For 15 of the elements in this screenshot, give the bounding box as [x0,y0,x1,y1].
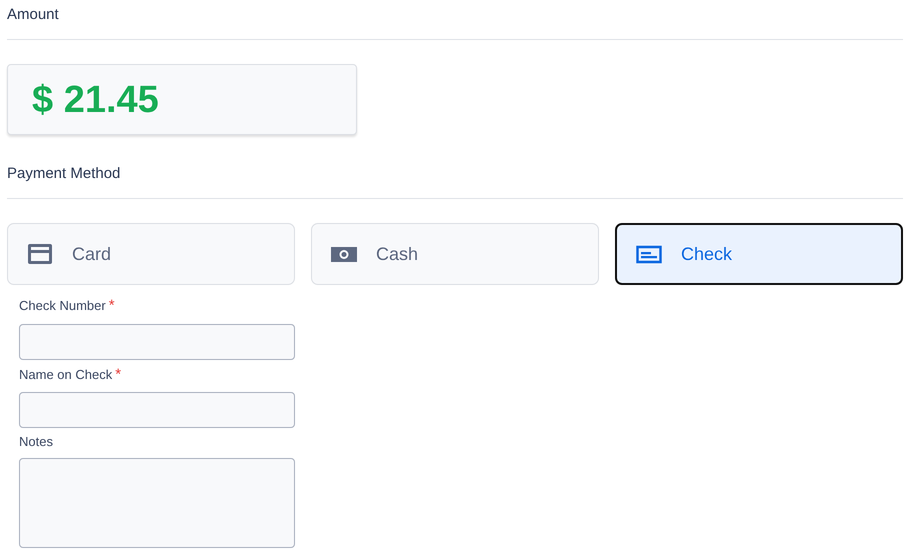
required-mark: * [115,366,122,382]
payment-option[interactable]: Card [7,223,295,285]
notes-field[interactable] [19,458,295,548]
field-label: Check Number [19,298,106,313]
payment-option[interactable]: Cash [311,223,599,285]
field-label: Notes [19,433,54,451]
amount-value: $ 21.45 [32,80,159,118]
section-heading: Payment Method [7,165,903,199]
section-heading: Amount [7,6,903,40]
payment-option[interactable]: Check [615,223,903,285]
input-field[interactable] [19,324,295,360]
required-mark: * [108,297,115,314]
input-field[interactable] [19,392,295,428]
field-label: Name on Check [19,366,112,382]
card-icon [26,241,54,267]
